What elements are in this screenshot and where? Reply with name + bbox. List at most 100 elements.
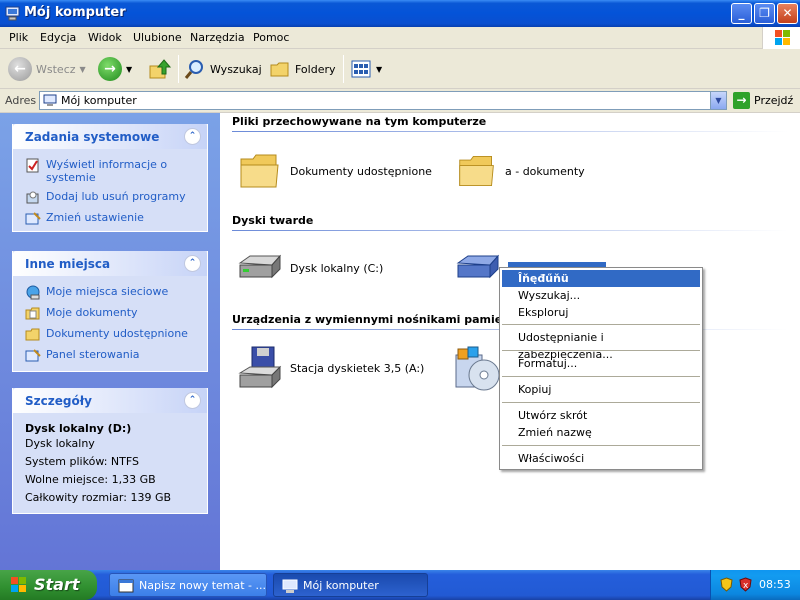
- control-panel-icon: [25, 212, 41, 225]
- menu-edit[interactable]: Edycja: [40, 31, 76, 44]
- security-alert-icon[interactable]: x: [738, 577, 753, 592]
- folder-icon: [25, 328, 40, 341]
- my-computer-icon: [43, 94, 57, 106]
- view-system-info-link[interactable]: Wyświetl informacje o systemie: [25, 158, 207, 184]
- collapse-chevron-icon[interactable]: ⌃: [184, 255, 201, 272]
- search-button[interactable]: Wyszukaj: [184, 54, 262, 84]
- details-panel: Szczegóły ⌃ Dysk lokalny (D:) Dysk lokal…: [12, 388, 208, 514]
- forward-arrow-icon: →: [98, 57, 122, 81]
- context-menu-item-explore[interactable]: Eksploruj: [502, 304, 700, 321]
- other-places-panel: Inne miejsca ⌃ Moje miejsca sieciowe Moj…: [12, 251, 208, 372]
- address-field[interactable]: Mój komputer ▼: [39, 91, 727, 110]
- my-documents-link[interactable]: Moje dokumenty: [25, 306, 207, 321]
- local-disk-c[interactable]: Dysk lokalny (C:): [236, 253, 383, 283]
- chevron-down-icon: ▼: [79, 64, 86, 74]
- my-documents-icon: [25, 307, 40, 320]
- cd-drive[interactable]: [454, 345, 500, 393]
- start-label: Start: [34, 575, 80, 594]
- control-panel-icon: [25, 349, 41, 362]
- menu-file[interactable]: Plik: [9, 31, 28, 44]
- svg-text:x: x: [743, 581, 749, 591]
- search-label: Wyszukaj: [210, 62, 262, 76]
- floppy-drive-a[interactable]: Stacja dyskietek 3,5 (A:): [236, 345, 424, 391]
- details-name: Dysk lokalny (D:): [25, 422, 132, 435]
- context-menu-item-format[interactable]: Formatuj...: [502, 355, 700, 372]
- hard-disks-section-header: Dyski twarde: [232, 214, 788, 231]
- forward-button[interactable]: → ▼: [98, 54, 132, 84]
- collapse-chevron-icon[interactable]: ⌃: [184, 128, 201, 145]
- add-remove-programs-link[interactable]: Dodaj lub usuń programy: [25, 190, 207, 205]
- go-arrow-icon: →: [733, 92, 750, 109]
- shared-documents-folder[interactable]: Dokumenty udostępnione: [238, 151, 432, 191]
- folders-label: Foldery: [295, 62, 336, 76]
- back-button[interactable]: ← Wstecz ▼: [8, 54, 86, 84]
- hard-drive-icon: [238, 254, 282, 279]
- minimize-button[interactable]: _: [731, 3, 752, 24]
- task-pane: Zadania systemowe ⌃ Wyświetl informacje …: [0, 113, 220, 570]
- folder-icon: [240, 154, 279, 188]
- address-dropdown-button[interactable]: ▼: [710, 92, 726, 109]
- up-folder-button[interactable]: [148, 54, 172, 84]
- details-filesystem: System plików: NTFS: [25, 455, 139, 468]
- menu-bar: Plik Edycja Widok Ulubione Narzędzia Pom…: [0, 27, 800, 49]
- my-computer-icon: [5, 6, 20, 21]
- chevron-down-icon: ▼: [376, 64, 383, 74]
- shared-documents-link[interactable]: Dokumenty udostępnione: [25, 327, 207, 342]
- views-button[interactable]: ▼: [350, 54, 382, 84]
- other-places-title: Inne miejsca: [25, 257, 111, 271]
- menu-view[interactable]: Widok: [88, 31, 122, 44]
- taskbar-item-new-topic[interactable]: Napisz nowy temat - ...: [109, 573, 267, 597]
- control-panel-link[interactable]: Panel sterowania: [25, 348, 207, 363]
- menu-tools[interactable]: Narzędzia: [190, 31, 245, 44]
- start-button[interactable]: Start: [0, 570, 97, 600]
- context-menu-item-search[interactable]: Wyszukaj...: [502, 287, 700, 304]
- context-menu-item-create-shortcut[interactable]: Utwórz skrót: [502, 407, 700, 424]
- system-tasks-panel: Zadania systemowe ⌃ Wyświetl informacje …: [12, 124, 208, 232]
- security-shield-icon[interactable]: [719, 577, 734, 592]
- details-title: Szczegóły: [25, 394, 92, 408]
- window-title: Mój komputer: [24, 5, 126, 20]
- other-places-header[interactable]: Inne miejsca ⌃: [13, 251, 207, 276]
- search-icon: [184, 60, 203, 79]
- taskbar-item-my-computer[interactable]: Mój komputer: [273, 573, 428, 597]
- context-menu-item-copy[interactable]: Kopiuj: [502, 381, 700, 398]
- hard-drive-icon: [456, 254, 500, 279]
- details-header[interactable]: Szczegóły ⌃: [13, 388, 207, 413]
- folder-icon: [459, 156, 494, 186]
- title-bar[interactable]: Mój komputer _ ❐ ✕: [0, 0, 800, 27]
- address-value: Mój komputer: [61, 94, 137, 107]
- maximize-button[interactable]: ❐: [754, 3, 775, 24]
- files-section-header: Pliki przechowywane na tym komputerze: [232, 115, 788, 132]
- change-setting-link[interactable]: Zmień ustawienie: [25, 211, 207, 226]
- context-menu-item-properties[interactable]: Właściwości: [502, 450, 700, 467]
- cd-drive-icon: [455, 346, 500, 391]
- close-button[interactable]: ✕: [777, 3, 798, 24]
- folders-button[interactable]: Foldery: [269, 54, 336, 84]
- context-menu-item-sharing-security[interactable]: Udostępnianie i zabezpieczenia...: [502, 329, 700, 361]
- browser-icon: [118, 579, 134, 593]
- taskbar: Start Napisz nowy temat - ... Mój komput…: [0, 570, 800, 600]
- context-menu: Îňęđűňü Wyszukaj... Eksploruj Udostępnia…: [499, 267, 703, 470]
- details-type: Dysk lokalny: [25, 437, 95, 450]
- windows-flag-icon: [11, 577, 26, 592]
- floppy-drive-icon: [238, 346, 282, 389]
- back-arrow-icon: ←: [8, 57, 32, 81]
- a-documents-folder[interactable]: a - dokumenty: [457, 151, 585, 191]
- clock: 08:53: [759, 578, 791, 591]
- back-label: Wstecz: [36, 62, 76, 76]
- collapse-chevron-icon[interactable]: ⌃: [184, 392, 201, 409]
- toolbar: ← Wstecz ▼ → ▼ Wyszukaj Foldery ▼: [0, 49, 800, 89]
- chevron-down-icon: ▼: [126, 64, 133, 74]
- context-menu-item-rename[interactable]: Zmień nazwę: [502, 424, 700, 441]
- go-button[interactable]: → Przejdź: [733, 92, 793, 109]
- menu-favorites[interactable]: Ulubione: [133, 31, 182, 44]
- my-network-places-link[interactable]: Moje miejsca sieciowe: [25, 285, 207, 300]
- system-tasks-title: Zadania systemowe: [25, 130, 160, 144]
- system-tray: x 08:53: [710, 570, 800, 600]
- menu-help[interactable]: Pomoc: [253, 31, 289, 44]
- address-bar: Adres Mój komputer ▼ → Przejdź: [0, 89, 800, 113]
- context-menu-item-open[interactable]: Îňęđűňü: [502, 270, 700, 287]
- address-label: Adres: [5, 94, 37, 107]
- system-tasks-header[interactable]: Zadania systemowe ⌃: [13, 124, 207, 149]
- folders-icon: [270, 62, 289, 77]
